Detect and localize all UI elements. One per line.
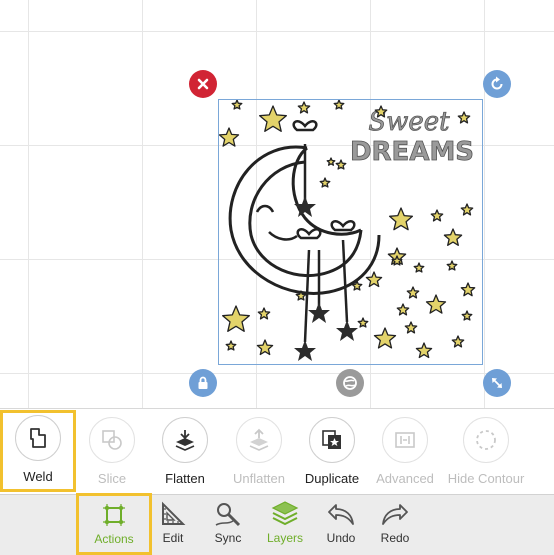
lock-icon xyxy=(198,376,208,389)
yellow-star xyxy=(333,100,345,110)
yellow-star xyxy=(319,177,331,188)
sync-icon xyxy=(215,503,241,527)
advanced-button[interactable]: Advanced xyxy=(367,415,443,491)
slice-label: Slice xyxy=(97,471,127,486)
sweet-dreams-artwork[interactable]: Sweet DREAMS xyxy=(219,100,482,364)
mid-handle[interactable] xyxy=(336,369,364,397)
nav-layers[interactable]: Layers xyxy=(255,495,315,555)
rotate-icon xyxy=(491,76,503,90)
actions-icon xyxy=(103,504,125,526)
yellow-star xyxy=(396,303,410,316)
weld-circle xyxy=(15,415,61,461)
layers-icon xyxy=(271,501,299,526)
hide-contour-button[interactable]: Hide Contour xyxy=(448,415,524,491)
bottom-nav: Actions Edit Sync Layers Undo Redo xyxy=(0,493,554,555)
yellow-star xyxy=(222,305,250,332)
nav-undo-label: Undo xyxy=(326,531,356,545)
duplicate-label: Duplicate xyxy=(304,471,360,486)
yellow-star xyxy=(406,286,420,299)
advanced-circle xyxy=(382,417,428,463)
nav-layers-label: Layers xyxy=(266,531,304,545)
yellow-star xyxy=(404,321,418,334)
unflatten-icon xyxy=(249,428,269,451)
slice-button[interactable]: Slice xyxy=(74,415,150,491)
yellow-star xyxy=(461,310,473,321)
close-icon xyxy=(197,78,209,90)
yellow-star xyxy=(335,159,347,170)
yellow-star xyxy=(256,339,274,356)
resize-arrows-icon xyxy=(492,378,502,388)
yellow-star xyxy=(430,209,444,222)
slice-icon xyxy=(102,430,122,450)
yellow-star xyxy=(413,262,425,273)
redo-icon xyxy=(382,504,408,525)
yellow-star xyxy=(460,282,476,297)
nav-edit[interactable]: Edit xyxy=(143,495,203,555)
flatten-icon xyxy=(175,430,195,451)
flatten-circle xyxy=(162,417,208,463)
yellow-star xyxy=(457,111,471,124)
slice-circle xyxy=(89,417,135,463)
rotate-handle[interactable] xyxy=(483,70,511,98)
globe-icon xyxy=(343,376,357,390)
nav-sync[interactable]: Sync xyxy=(198,495,258,555)
nav-edit-label: Edit xyxy=(162,531,184,545)
hide-contour-icon xyxy=(476,430,496,450)
yellow-star xyxy=(365,271,383,288)
duplicate-icon xyxy=(322,430,341,449)
unflatten-button[interactable]: Unflatten xyxy=(221,415,297,491)
yellow-star xyxy=(225,340,237,351)
weld-button[interactable]: Weld xyxy=(0,410,76,492)
scale-handle[interactable] xyxy=(483,369,511,397)
advanced-label: Advanced xyxy=(376,471,434,486)
weld-icon xyxy=(30,428,46,448)
delete-handle[interactable] xyxy=(189,70,217,98)
advanced-icon xyxy=(395,432,415,448)
yellow-star xyxy=(373,327,397,349)
nav-redo[interactable]: Redo xyxy=(365,495,425,555)
yellow-star xyxy=(460,203,474,216)
unflatten-label: Unflatten xyxy=(232,471,286,486)
lock-handle[interactable] xyxy=(189,369,217,397)
yellow-star xyxy=(451,335,465,348)
yellow-star xyxy=(231,100,243,110)
duplicate-button[interactable]: Duplicate xyxy=(294,415,370,491)
nav-actions[interactable]: Actions xyxy=(76,493,152,555)
artwork-text-dreams: DREAMS xyxy=(350,137,474,167)
yellow-star xyxy=(219,127,240,147)
yellow-star xyxy=(443,228,463,246)
nav-redo-label: Redo xyxy=(380,531,410,545)
edit-toolbar: Weld Slice Flatten Unflatten Duplicate A… xyxy=(0,408,554,494)
yellow-star xyxy=(388,207,414,231)
weld-label: Weld xyxy=(23,469,53,484)
nav-undo[interactable]: Undo xyxy=(311,495,371,555)
flatten-label: Flatten xyxy=(165,471,205,486)
flatten-button[interactable]: Flatten xyxy=(147,415,223,491)
yellow-star xyxy=(257,307,271,320)
nav-sync-label: Sync xyxy=(214,531,242,545)
undo-icon xyxy=(328,504,354,525)
edit-icon xyxy=(162,501,186,525)
duplicate-circle xyxy=(309,417,355,463)
unflatten-circle xyxy=(236,417,282,463)
yellow-star xyxy=(425,294,447,314)
yellow-star xyxy=(357,317,369,328)
hide-contour-circle xyxy=(463,417,509,463)
nav-actions-label: Actions xyxy=(94,532,134,546)
yellow-star xyxy=(297,101,311,114)
yellow-star xyxy=(326,157,336,166)
design-canvas[interactable]: Sweet DREAMS xyxy=(0,0,554,408)
yellow-star xyxy=(446,260,458,271)
yellow-star xyxy=(415,342,433,359)
yellow-star xyxy=(259,105,287,132)
hide-contour-label: Hide Contour xyxy=(447,471,525,486)
